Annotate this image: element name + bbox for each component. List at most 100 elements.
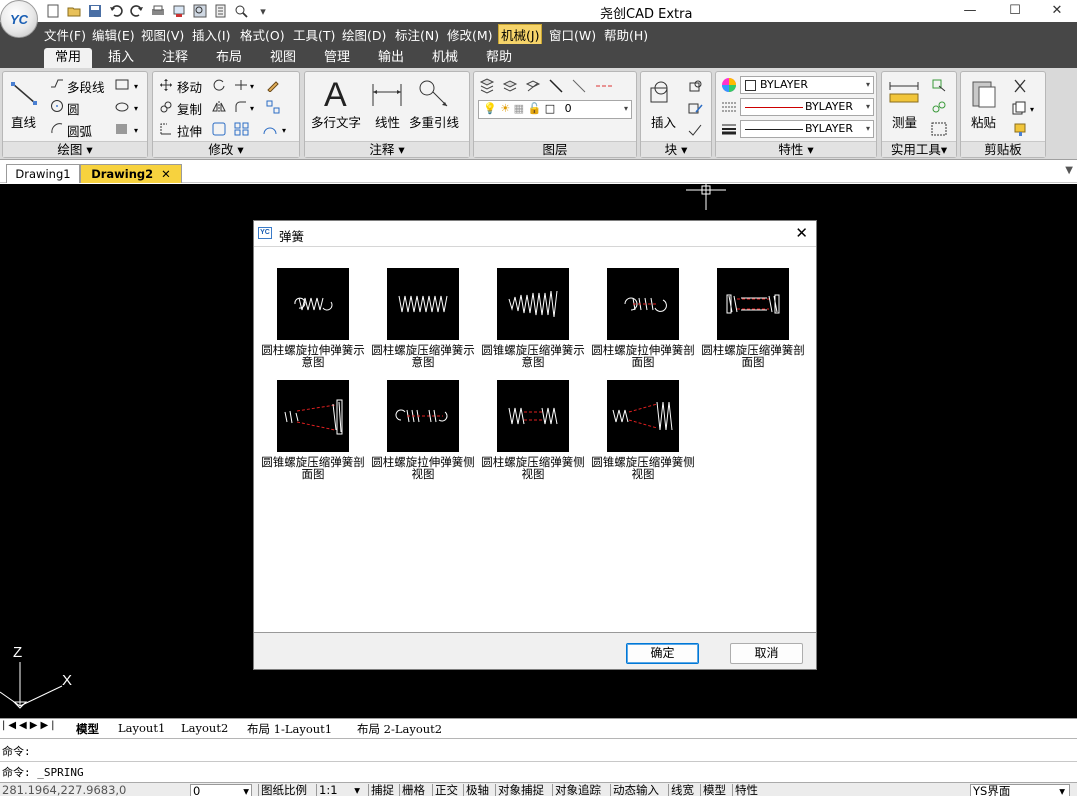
properties-icon[interactable] <box>212 3 230 20</box>
tab-annotate[interactable]: 注释 <box>154 48 196 68</box>
menu-file[interactable]: 文件(F) <box>42 25 88 44</box>
layer-properties-icon[interactable] <box>478 77 496 95</box>
panel-layers-title[interactable]: 图层 <box>474 141 636 157</box>
move-label[interactable]: 移动 <box>177 77 202 96</box>
layer-off-icon[interactable] <box>593 77 617 95</box>
toggle-otrack[interactable]: 对象追踪 <box>552 784 603 796</box>
layout-tab-model[interactable]: 模型 <box>76 721 99 737</box>
toggle-properties[interactable]: 特性 <box>732 784 760 796</box>
layer-combo[interactable]: 💡 ☀ ▦ 🔓 □ 0 ▾ <box>478 100 632 119</box>
print-icon[interactable] <box>149 3 167 20</box>
tab-list-chevron-icon[interactable]: ▼ <box>1065 165 1073 176</box>
plot-icon[interactable] <box>170 3 188 20</box>
toggle-grid[interactable]: 栅格 <box>399 784 427 796</box>
new-icon[interactable] <box>44 3 62 20</box>
paste-label[interactable]: 粘贴 <box>971 112 996 131</box>
close-window-button[interactable]: ✕ <box>1037 0 1077 20</box>
offset-icon[interactable]: ▾ <box>261 121 291 137</box>
measure-icon[interactable] <box>888 80 920 106</box>
app-logo-button[interactable]: YC <box>0 0 38 38</box>
mleader-label[interactable]: 多重引线 <box>409 112 459 131</box>
hatch-circle-icon[interactable]: ▾ <box>113 99 143 115</box>
lineweight-icon[interactable] <box>720 120 738 138</box>
cancel-button[interactable]: 取消 <box>730 643 803 664</box>
minimize-button[interactable]: — <box>947 0 993 20</box>
spring-item-6[interactable]: 圆锥螺旋压缩弹簧剖面图 <box>258 380 368 480</box>
stretch-label[interactable]: 拉伸 <box>177 121 202 140</box>
rect-array-icon[interactable] <box>233 121 251 137</box>
undo-icon[interactable] <box>107 3 125 20</box>
trim-icon[interactable]: ▾ <box>233 77 259 93</box>
cut-icon[interactable] <box>1011 78 1029 94</box>
arc-icon[interactable] <box>49 120 65 136</box>
scale-icon[interactable] <box>211 121 227 137</box>
layer-iso-icon[interactable] <box>524 77 542 95</box>
measure-label[interactable]: 测量 <box>892 112 917 131</box>
panel-modify-title[interactable]: 修改 ▾ <box>153 141 299 157</box>
circle-icon[interactable] <box>49 98 65 114</box>
erase-icon[interactable] <box>265 77 281 93</box>
polyline-label[interactable]: 多段线 <box>67 77 105 96</box>
linear-label[interactable]: 线性 <box>375 112 400 131</box>
lineweight-combo[interactable]: BYLAYER ▾ <box>740 120 874 138</box>
tab-layout[interactable]: 布局 <box>208 48 250 68</box>
create-block-icon[interactable] <box>687 78 705 94</box>
menu-insert[interactable]: 插入(I) <box>190 25 232 44</box>
linetype-combo[interactable]: BYLAYER ▾ <box>740 98 874 116</box>
arc-label[interactable]: 圆弧 <box>67 121 92 140</box>
toggle-osnap[interactable]: 对象捕捉 <box>495 784 546 796</box>
panel-utilities-title[interactable]: 实用工具▾ <box>882 141 956 157</box>
customize-qat-icon[interactable]: ▾ <box>254 3 272 20</box>
mleader-icon[interactable] <box>417 78 457 110</box>
copy-icon[interactable] <box>158 99 174 115</box>
tab-output[interactable]: 输出 <box>370 48 412 68</box>
toggle-model[interactable]: 模型 <box>700 784 728 796</box>
paste-icon[interactable] <box>969 78 999 108</box>
layout-tab-cn1[interactable]: 布局 1-Layout1 <box>247 721 332 737</box>
rectangle-icon[interactable]: ▾ <box>113 77 143 93</box>
command-window[interactable]: 命令: 命令: _SPRING <box>0 738 1077 782</box>
spring-item-5[interactable]: 圆柱螺旋压缩弹簧剖面图 <box>698 268 808 368</box>
polyline-icon[interactable] <box>49 76 65 92</box>
linetype-icon[interactable] <box>720 98 738 116</box>
status-layer-combo[interactable]: 0 ▾ <box>190 784 252 796</box>
insert-label[interactable]: 插入 <box>651 112 676 131</box>
copy-clip-icon[interactable]: ▾ <box>1011 100 1039 116</box>
mtext-icon[interactable]: A <box>321 76 353 110</box>
layout-tab-cn2[interactable]: 布局 2-Layout2 <box>357 721 442 737</box>
hatch-icon[interactable]: ▾ <box>113 121 143 137</box>
panel-block-title[interactable]: 块 ▾ <box>641 141 711 157</box>
menu-draw[interactable]: 绘图(D) <box>340 25 388 44</box>
stretch-icon[interactable] <box>158 121 174 137</box>
tab-manage[interactable]: 管理 <box>316 48 358 68</box>
spring-item-8[interactable]: 圆柱螺旋压缩弹簧侧视图 <box>478 380 588 480</box>
mirror-icon[interactable] <box>211 99 227 115</box>
copy-label[interactable]: 复制 <box>177 99 202 118</box>
toggle-lineweight[interactable]: 线宽 <box>668 784 696 796</box>
spring-item-9[interactable]: 圆锥螺旋压缩弹簧侧视图 <box>588 380 698 480</box>
panel-properties-title[interactable]: 特性 ▾ <box>716 141 876 157</box>
menu-mechanical[interactable]: 机械(J) <box>498 24 543 45</box>
toggle-snap[interactable]: 捕捉 <box>368 784 396 796</box>
line-label[interactable]: 直线 <box>11 112 36 131</box>
find-icon[interactable] <box>233 3 251 20</box>
menu-edit[interactable]: 编辑(E) <box>90 25 137 44</box>
layout-tab-layout1[interactable]: Layout1 <box>118 721 165 735</box>
panel-annotate-title[interactable]: 注释 ▾ <box>305 141 469 157</box>
edit-block-icon[interactable] <box>687 100 705 116</box>
match-properties-icon[interactable] <box>1011 122 1029 138</box>
zoom-icon[interactable] <box>191 3 209 20</box>
redo-icon[interactable] <box>128 3 146 20</box>
select-all-icon[interactable] <box>930 121 948 137</box>
tab-help[interactable]: 帮助 <box>478 48 520 68</box>
scale-combo[interactable]: 1:1 ▾ <box>316 784 362 796</box>
doc-tab-drawing1[interactable]: Drawing1 <box>6 164 80 183</box>
command-input[interactable]: 命令: _SPRING <box>2 764 84 780</box>
spring-item-7[interactable]: 圆柱螺旋拉伸弹簧侧视图 <box>368 380 478 480</box>
quick-select-icon[interactable] <box>930 77 948 93</box>
menu-tools[interactable]: 工具(T) <box>291 25 337 44</box>
menu-modify[interactable]: 修改(M) <box>445 25 495 44</box>
id-point-icon[interactable] <box>930 99 948 115</box>
mtext-label[interactable]: 多行文字 <box>311 112 361 131</box>
menu-format[interactable]: 格式(O) <box>238 25 287 44</box>
